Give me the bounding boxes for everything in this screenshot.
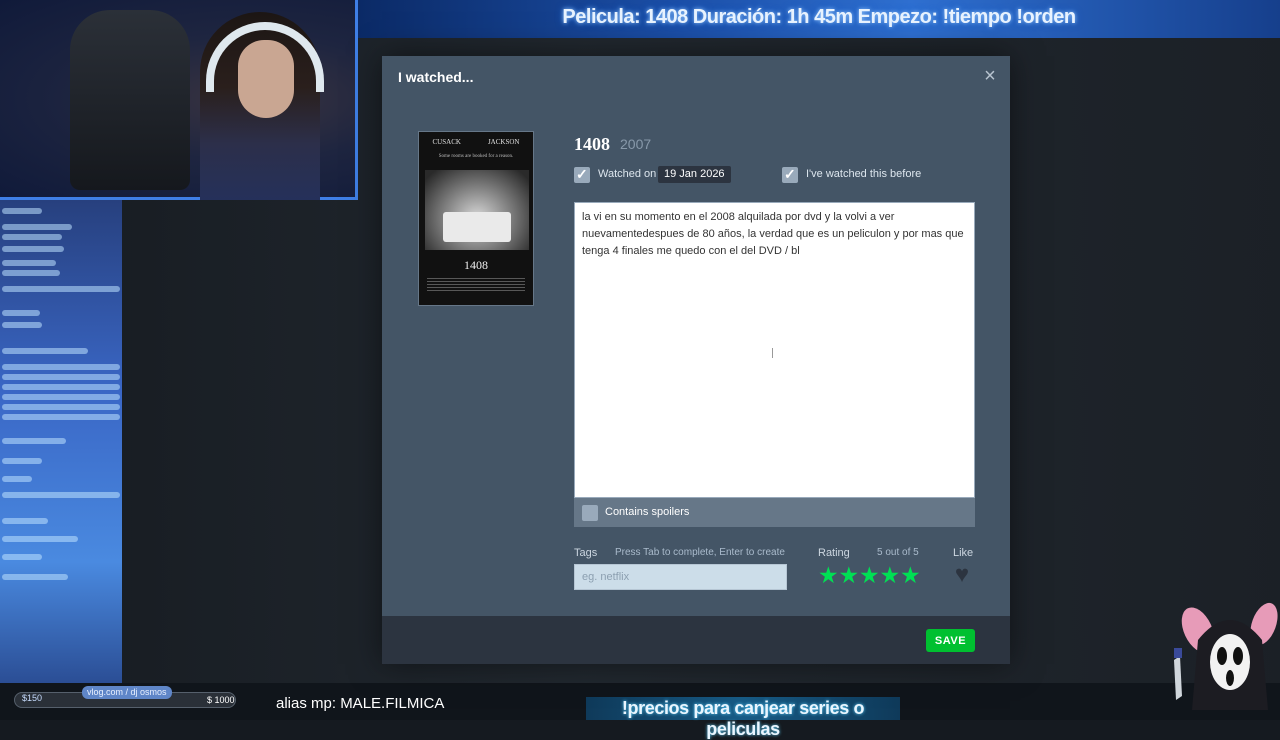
poster-actor-right: JACKSON	[487, 138, 520, 146]
close-icon[interactable]: ×	[982, 66, 998, 86]
film-title: 1408	[574, 134, 610, 154]
watched-on-label: Watched on	[598, 168, 657, 180]
star-icon[interactable]: ★	[880, 564, 901, 587]
watched-before-checkbox[interactable]	[782, 166, 798, 183]
star-icon[interactable]: ★	[818, 564, 839, 587]
modal-header: I watched... ×	[382, 56, 1010, 99]
film-year: 2007	[620, 136, 652, 152]
chat-column	[0, 200, 122, 683]
bottom-banner-text: !precios para canjear series o peliculas	[621, 698, 865, 739]
modal-footer	[382, 616, 1010, 664]
poster-credits	[427, 278, 525, 292]
donation-goal-current: $150	[22, 693, 43, 703]
stream-top-banner: Pelicula: 1408 Duración: 1h 45m Empezo: …	[358, 0, 1280, 38]
rating-label: Rating	[818, 547, 850, 559]
vlog-tag: vlog.com / dj osmos	[82, 686, 172, 699]
save-button[interactable]: SAVE	[926, 629, 975, 652]
contains-spoilers-label: Contains spoilers	[605, 506, 690, 518]
rating-summary: 5 out of 5	[877, 547, 919, 558]
watched-on-checkbox[interactable]	[574, 166, 590, 183]
review-textarea[interactable]: la vi en su momento en el 2008 alquilada…	[574, 202, 975, 498]
webcam-feed	[0, 0, 358, 200]
like-label: Like	[953, 547, 974, 559]
poster-actors: CUSACK JACKSON	[419, 138, 533, 146]
watched-before-label: I've watched this before	[806, 168, 922, 180]
tags-input[interactable]	[574, 564, 787, 590]
spoiler-bar: Contains spoilers	[574, 498, 975, 527]
modal-title: I watched...	[398, 69, 474, 85]
star-icon[interactable]: ★	[859, 564, 880, 587]
donation-goal-max: $ 1000	[207, 695, 235, 705]
star-icon[interactable]: ★	[900, 564, 921, 587]
watched-date-picker[interactable]: 19 Jan 2026	[658, 166, 731, 183]
ghostface-mascot-icon	[1174, 602, 1278, 710]
log-watch-modal: I watched... × CUSACK JACKSON Some rooms…	[382, 56, 1010, 664]
poster-bed-image	[443, 212, 511, 242]
poster-title: 1408	[464, 258, 488, 272]
heart-icon[interactable]: ♥	[948, 563, 976, 587]
film-poster: CUSACK JACKSON Some rooms are booked for…	[418, 131, 534, 306]
star-icon[interactable]: ★	[839, 564, 860, 587]
contains-spoilers-checkbox[interactable]	[582, 505, 598, 521]
poster-tagline: Some rooms are booked for a reason.	[438, 154, 514, 159]
stream-top-banner-text: Pelicula: 1408 Duración: 1h 45m Empezo: …	[562, 6, 1076, 28]
text-cursor-icon	[772, 348, 773, 358]
tags-label: Tags	[574, 547, 598, 559]
webcam-chair	[70, 10, 190, 190]
alias-text: alias mp: MALE.FILMICA	[276, 695, 445, 712]
poster-actor-left: CUSACK	[432, 138, 461, 146]
rating-stars: ★ ★ ★ ★ ★	[818, 564, 921, 587]
review-text: la vi en su momento en el 2008 alquilada…	[582, 211, 967, 257]
tags-hint: Press Tab to complete, Enter to create	[615, 547, 785, 558]
